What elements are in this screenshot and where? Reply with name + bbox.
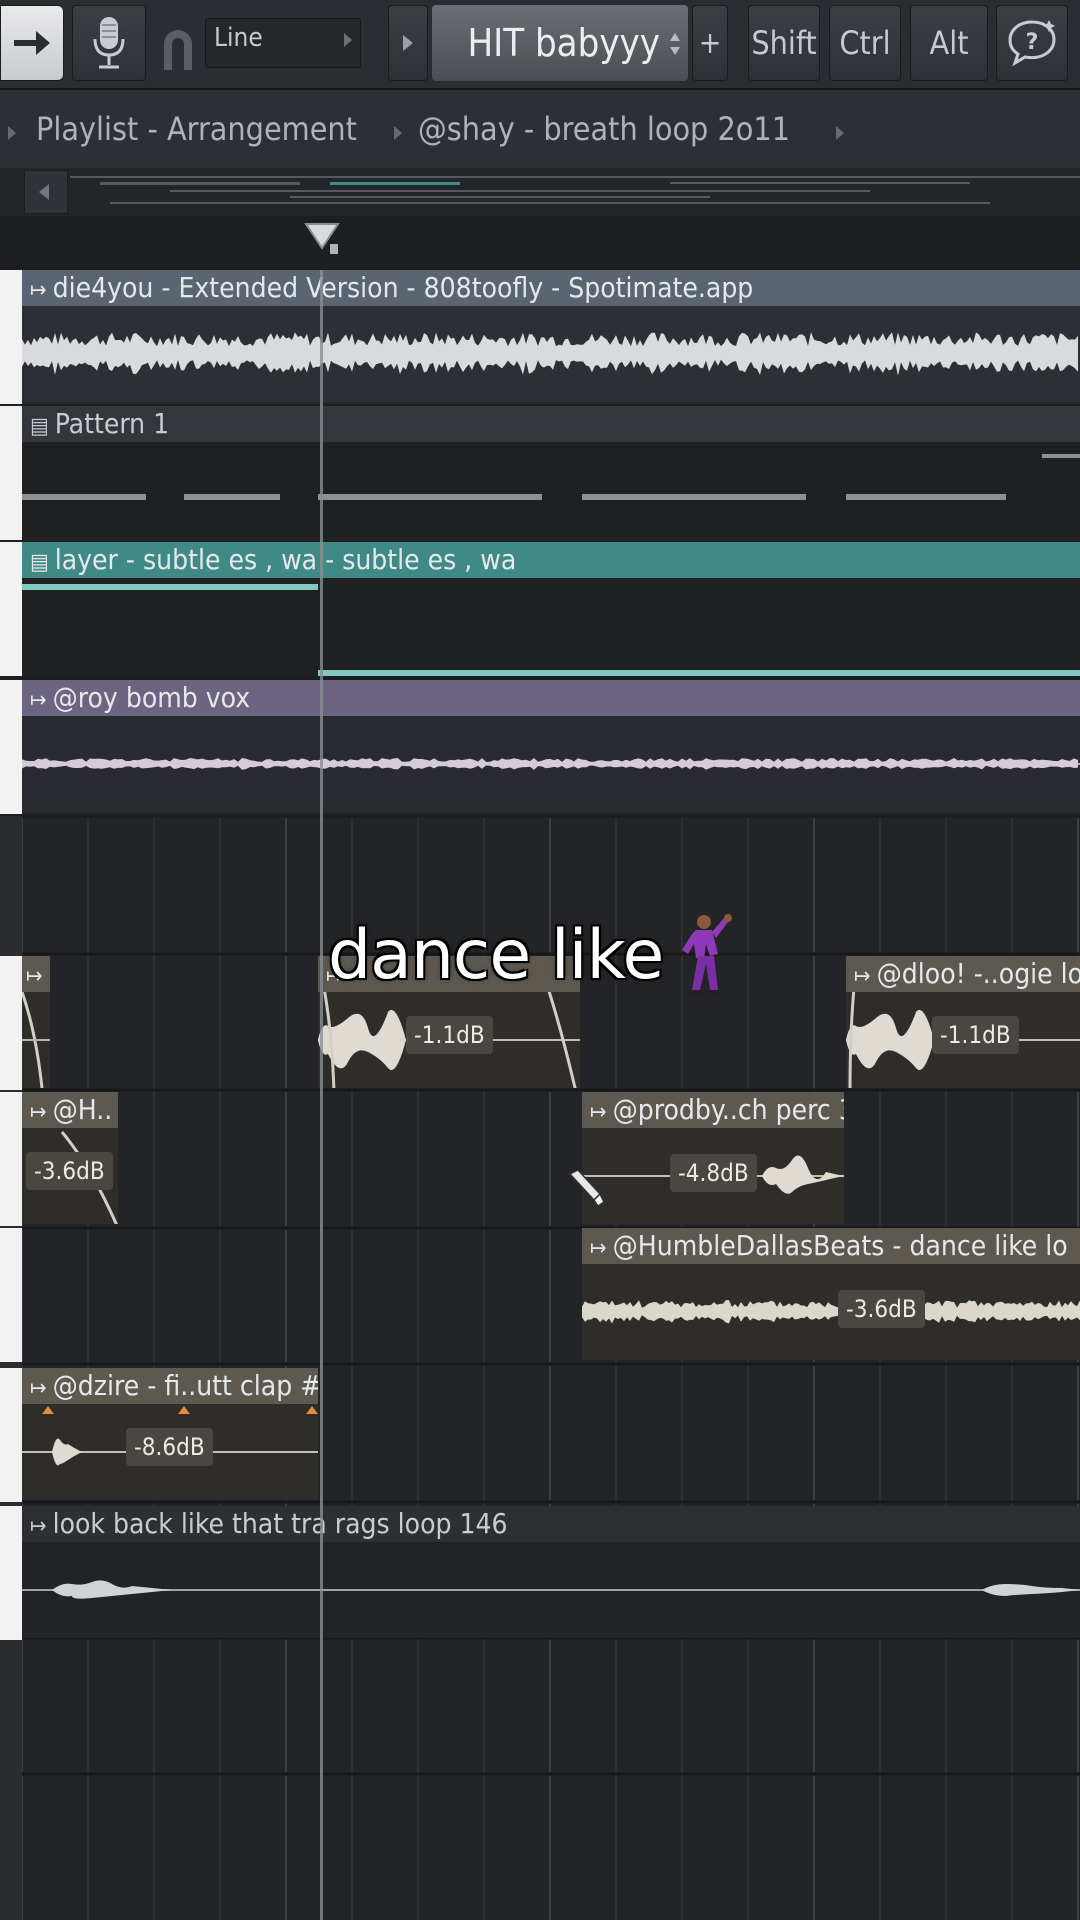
arrow-right-button[interactable] <box>0 5 64 81</box>
clip-dloo-volume-2[interactable]: -1.1dB <box>932 1016 1019 1054</box>
add-pattern-button[interactable]: + <box>692 5 728 81</box>
clip-dzire-header[interactable]: ↦ @dzire - fi..utt clap #2 <box>22 1368 318 1404</box>
shift-label: Shift <box>751 24 817 62</box>
audio-clip-icon: ↦ <box>590 1100 607 1125</box>
track-gutter[interactable] <box>0 956 22 1090</box>
waveform-humble <box>582 1300 1080 1324</box>
audio-clip-icon: ↦ <box>30 278 47 303</box>
clip-prodby-volume[interactable]: -4.8dB <box>670 1154 757 1192</box>
clip-dzire-volume[interactable]: -8.6dB <box>126 1428 213 1466</box>
pattern-clip-icon: ▤ <box>30 414 49 439</box>
snap-mode-label: Line <box>214 23 263 53</box>
clip-dloo-volume-1[interactable]: -1.1dB <box>406 1016 493 1054</box>
time-ruler[interactable] <box>22 216 1080 266</box>
microphone-button[interactable] <box>72 5 146 81</box>
clip-prodby-header[interactable]: ↦ @prodby..ch perc 3 <box>582 1092 844 1128</box>
audio-clip-icon: ↦ <box>30 1514 47 1539</box>
daw-screen: Line HIT babyyy + Shift Ctrl Alt ? Playl… <box>0 0 1080 1920</box>
audio-clip-icon: ↦ <box>30 688 47 713</box>
playhead-line <box>320 270 323 1920</box>
clip-small-header[interactable]: ↦ <box>22 956 50 992</box>
audio-clip-icon: ↦ <box>854 964 871 989</box>
clip-layer-label: layer - subtle es , wa - subtle es , wa <box>54 543 517 576</box>
track-gutter[interactable] <box>0 406 22 540</box>
clip-dloo-label: @dloo! -..ogie loo <box>876 957 1080 990</box>
breadcrumb-window[interactable]: Playlist - Arrangement <box>36 110 357 148</box>
breadcrumb-arrow-icon <box>394 126 402 140</box>
fade-curve <box>22 992 50 1088</box>
clip-h-label: @H.. <box>52 1093 113 1126</box>
playlist-overview[interactable] <box>0 168 1080 216</box>
svg-text:?: ? <box>1026 30 1039 55</box>
track-gutter[interactable] <box>0 1506 22 1640</box>
arrow-left-icon <box>39 184 49 200</box>
pattern-prev-button[interactable] <box>388 5 428 81</box>
spinner-arrows-icon <box>670 33 680 55</box>
layer-note-1 <box>22 584 318 590</box>
help-button[interactable]: ? <box>996 5 1068 81</box>
breadcrumb: Playlist - Arrangement @shay - breath lo… <box>0 90 1080 174</box>
alt-label: Alt <box>929 24 969 62</box>
pattern-name: HIT babyyy <box>467 21 660 65</box>
clip-dloo-header-2[interactable]: ↦ @dloo! -..ogie loo <box>846 956 1080 992</box>
clip-die4you-header[interactable]: ↦ die4you - Extended Version - 808toofly … <box>22 270 1080 306</box>
clip-h-header[interactable]: ↦ @H.. <box>22 1092 118 1128</box>
alt-button[interactable]: Alt <box>910 5 988 81</box>
pattern-clip-icon: ▤ <box>30 550 49 575</box>
clip-roy-header[interactable]: ↦ @roy bomb vox <box>22 680 1080 716</box>
clip-lookback-label: look back like that tra rags loop 146 <box>52 1507 508 1540</box>
ctrl-label: Ctrl <box>839 24 891 62</box>
clip-layer-header[interactable]: ▤ layer - subtle es , wa - subtle es , wa <box>22 542 1080 578</box>
top-toolbar: Line HIT babyyy + Shift Ctrl Alt ? <box>0 0 1080 90</box>
track-gutter[interactable] <box>0 1092 22 1226</box>
pattern1-notes <box>22 454 1080 500</box>
paint-brush-cursor-icon <box>568 1169 605 1208</box>
microphone-icon <box>93 17 125 69</box>
clip-h-volume[interactable]: -3.6dB <box>26 1152 113 1190</box>
track-gutter[interactable] <box>0 1228 22 1362</box>
ctrl-button[interactable]: Ctrl <box>829 5 901 81</box>
overview-minimap <box>70 176 1080 204</box>
layer-note-2 <box>318 670 1080 676</box>
breadcrumb-arrow-icon <box>8 126 16 140</box>
clip-pattern1-label: Pattern 1 <box>54 407 170 440</box>
audio-clip-icon: ↦ <box>30 1100 47 1125</box>
audio-clip-icon: ↦ <box>26 964 43 989</box>
waveform-die4you <box>22 332 1078 376</box>
clip-die4you-label: die4you - Extended Version - 808toofly -… <box>52 271 754 304</box>
clip-pattern1-header[interactable]: ▤ Pattern 1 <box>22 406 1080 442</box>
waveform-roy <box>22 758 1080 770</box>
add-pattern-label: + <box>698 25 722 61</box>
shift-button[interactable]: Shift <box>748 5 820 81</box>
snap-mode-select[interactable]: Line <box>205 18 361 68</box>
magnet-icon[interactable] <box>160 26 196 72</box>
track-gutter[interactable] <box>0 542 22 676</box>
track-gutter[interactable] <box>0 1368 22 1502</box>
playhead-marker-icon[interactable] <box>304 222 340 256</box>
video-caption: dance like <box>328 916 664 995</box>
clip-humble-volume[interactable]: -3.6dB <box>838 1290 925 1328</box>
pattern-selector[interactable]: HIT babyyy <box>432 5 688 81</box>
breadcrumb-project[interactable]: @shay - breath loop 2o11 <box>418 110 790 148</box>
dancer-emoji-icon <box>682 914 732 996</box>
clip-prodby-label: @prodby..ch perc 3 <box>612 1093 844 1126</box>
chevron-right-icon <box>344 33 352 47</box>
audio-clip-icon: ↦ <box>30 1376 47 1401</box>
track-gutter[interactable] <box>0 680 22 814</box>
clip-humble-label: @HumbleDallasBeats - dance like lo <box>612 1229 1068 1262</box>
audio-clip-icon: ↦ <box>590 1236 607 1261</box>
clip-humble-header[interactable]: ↦ @HumbleDallasBeats - dance like lo <box>582 1228 1080 1264</box>
clip-lookback-header[interactable]: ↦ look back like that tra rags loop 146 <box>22 1506 1080 1542</box>
clip-roy-label: @roy bomb vox <box>52 681 251 714</box>
help-icon: ? <box>1008 20 1056 67</box>
arrow-right-icon <box>14 31 50 55</box>
breadcrumb-arrow-icon <box>836 126 844 140</box>
waveform-lookback <box>22 1580 1080 1599</box>
clip-dzire-label: @dzire - fi..utt clap #2 <box>52 1369 318 1402</box>
play-triangle-icon <box>403 35 413 51</box>
scroll-left-button[interactable] <box>24 170 68 214</box>
track-gutter[interactable] <box>0 270 22 404</box>
